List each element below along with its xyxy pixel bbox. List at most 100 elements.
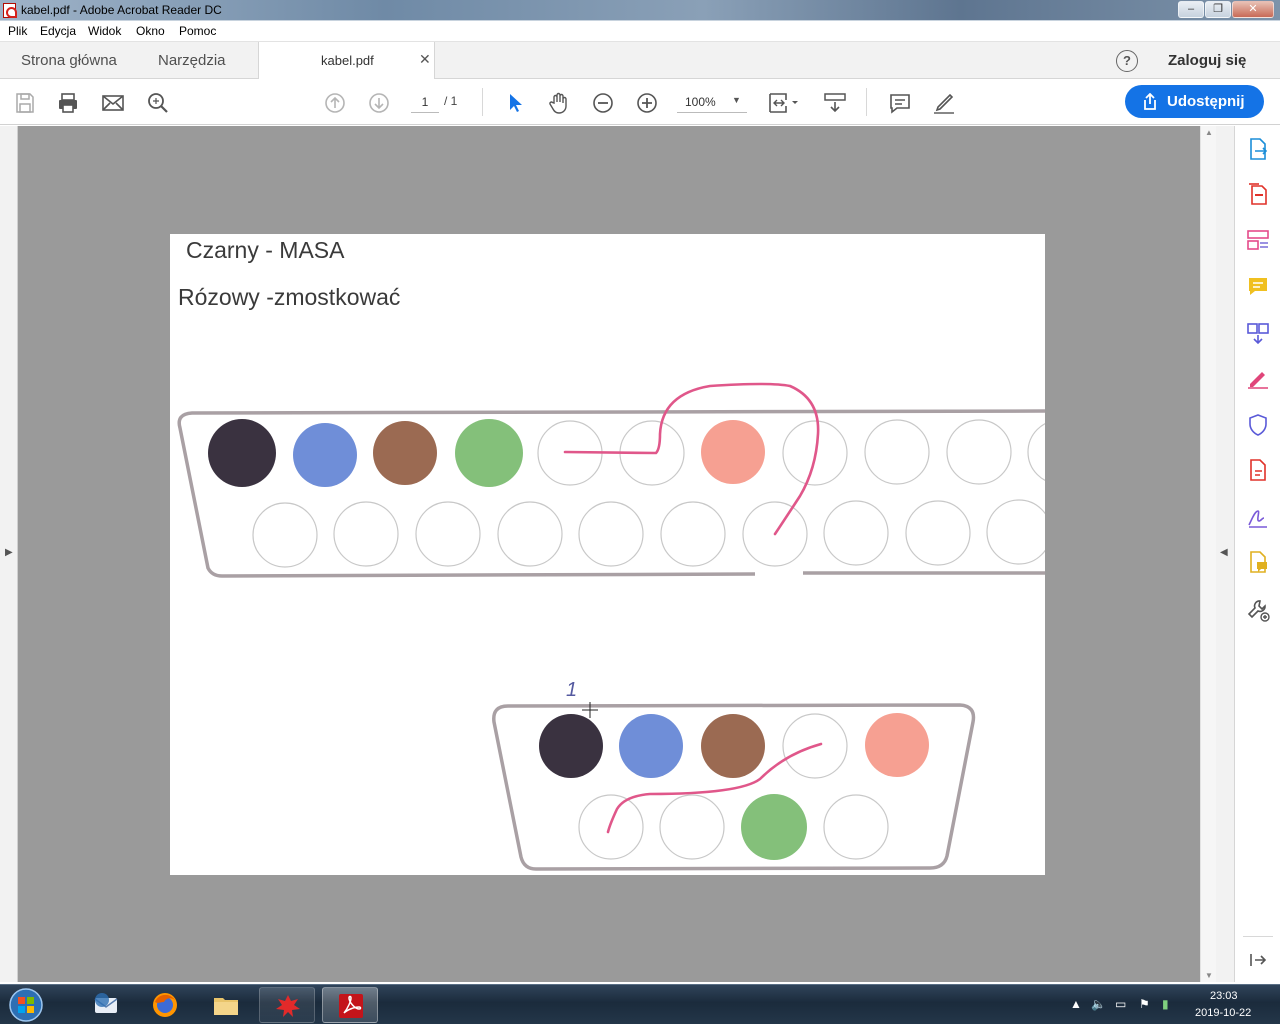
thunderbird-icon (94, 993, 118, 1013)
pin-empty (659, 794, 725, 860)
zoom-in-icon[interactable] (635, 91, 659, 115)
pin-empty (333, 501, 399, 567)
pin-empty (823, 794, 889, 860)
toolbar: 1 / 1 100% ▼ (0, 79, 1280, 125)
pin-empty (905, 500, 971, 566)
taskbar-paint[interactable] (259, 987, 315, 1023)
pin-pink (701, 420, 765, 484)
help-icon[interactable]: ? (1116, 50, 1138, 72)
more-tools-icon[interactable] (1246, 598, 1270, 622)
close-tab-icon[interactable]: ✕ (419, 51, 431, 68)
minimize-button[interactable]: – (1178, 1, 1204, 18)
tab-document[interactable]: kabel.pdf ✕ (258, 42, 435, 80)
taskbar-firefox[interactable] (137, 987, 193, 1023)
left-panel-toggle[interactable]: ▶ (0, 126, 18, 982)
page-total: / 1 (444, 94, 458, 108)
pin-empty (946, 419, 1012, 485)
page-fit-icon[interactable] (767, 91, 801, 115)
menu-okno[interactable]: Okno (136, 24, 165, 38)
network-icon[interactable]: ▭ (1115, 997, 1126, 1011)
volume-icon[interactable]: 🔈 (1091, 997, 1106, 1011)
pin-empty (1027, 423, 1045, 481)
title-bar: kabel.pdf - Adobe Acrobat Reader DC – ❐ … (0, 0, 1280, 21)
taskbar-acrobat[interactable] (322, 987, 378, 1023)
toolbar-divider (482, 88, 483, 116)
system-tray: ▲ 🔈 ▭ ⚑ ▮ 23:03 2019-10-22 (1064, 985, 1280, 1024)
pin-empty (497, 501, 563, 567)
close-button[interactable]: ✕ (1232, 1, 1274, 18)
pin-empty (415, 501, 481, 567)
explorer-icon (214, 998, 238, 1015)
search-icon[interactable] (146, 91, 170, 115)
tab-tools[interactable]: Narzędzia (158, 52, 226, 69)
acrobat-app-icon (3, 3, 17, 18)
menu-bar: Plik Edycja Widok Okno Pomoc (0, 21, 1280, 42)
clock-time[interactable]: 23:03 (1210, 990, 1238, 1002)
export-pdf-icon[interactable] (1246, 137, 1270, 161)
comment-tool-icon[interactable] (1246, 275, 1270, 299)
toolbar-divider (866, 88, 867, 116)
pin-blue (293, 423, 357, 487)
zoom-value: 100% (685, 95, 716, 109)
pin-black (208, 419, 276, 487)
send-review-icon[interactable] (1246, 458, 1270, 482)
maximize-button[interactable]: ❐ (1205, 1, 1231, 18)
hand-tool-icon[interactable] (547, 91, 571, 115)
scroll-up-icon[interactable]: ▲ (1205, 128, 1213, 137)
handwritten-mark: 1 (566, 679, 578, 701)
email-icon[interactable] (101, 91, 125, 115)
pin-brown (701, 714, 765, 778)
expand-right-icon: ▶ (5, 547, 13, 558)
pin-brown (373, 421, 437, 485)
highlight-pen-icon[interactable] (932, 91, 956, 115)
scroll-down-icon[interactable]: ▼ (1205, 971, 1213, 980)
pin-empty (578, 501, 644, 567)
next-page-icon[interactable] (367, 91, 391, 115)
menu-pomoc[interactable]: Pomoc (179, 24, 216, 38)
sign-icon[interactable] (1246, 505, 1270, 529)
action-center-flag-icon[interactable]: ⚑ (1139, 997, 1150, 1011)
connector-drawing (177, 382, 1045, 871)
fill-sign-icon[interactable] (1246, 366, 1270, 390)
bridge-wire-large (563, 382, 820, 536)
combine-files-icon[interactable] (1246, 321, 1270, 345)
previous-page-icon[interactable] (323, 91, 347, 115)
power-icon[interactable]: ▮ (1162, 997, 1169, 1011)
pin-green (741, 794, 807, 860)
edit-pdf-icon[interactable] (1246, 228, 1270, 252)
zoom-out-icon[interactable] (591, 91, 615, 115)
pin-blue (619, 714, 683, 778)
clock-date[interactable]: 2019-10-22 (1195, 1007, 1251, 1019)
protect-icon[interactable] (1246, 413, 1270, 437)
menu-widok[interactable]: Widok (88, 24, 121, 38)
save-icon[interactable] (13, 91, 37, 115)
paint-icon (276, 995, 300, 1017)
start-button[interactable] (4, 986, 48, 1024)
tab-home[interactable]: Strona główna (21, 52, 117, 69)
login-link[interactable]: Zaloguj się (1168, 52, 1246, 69)
zoom-select[interactable]: 100% ▼ (677, 91, 747, 113)
tab-strip: Strona główna Narzędzia kabel.pdf ✕ ? Za… (0, 42, 1280, 80)
print-icon[interactable] (56, 91, 80, 115)
comment-icon[interactable] (888, 91, 912, 115)
menu-edycja[interactable]: Edycja (40, 24, 76, 38)
taskbar: ▲ 🔈 ▭ ⚑ ▮ 23:03 2019-10-22 (0, 984, 1280, 1024)
tools-pane (1234, 126, 1280, 982)
window-controls: – ❐ ✕ (1178, 1, 1274, 18)
select-tool-icon[interactable] (503, 91, 527, 115)
taskbar-thunderbird[interactable] (78, 987, 134, 1023)
vertical-scrollbar[interactable]: ▲ ▼ (1200, 126, 1216, 982)
pin-empty (864, 419, 930, 485)
show-hidden-icons-icon[interactable]: ▲ (1070, 997, 1082, 1011)
small-connector-top-row (539, 713, 929, 779)
taskbar-explorer[interactable] (198, 987, 254, 1023)
menu-plik[interactable]: Plik (8, 24, 27, 38)
scroll-mode-icon[interactable] (823, 91, 847, 115)
comment-share-icon[interactable] (1246, 550, 1270, 574)
right-panel-toggle[interactable]: ◀ (1216, 126, 1234, 982)
pdf-page: Czarny - MASA Rózowy -zmostkować 1 (170, 234, 1045, 875)
page-number-input[interactable]: 1 (411, 91, 439, 113)
share-button[interactable]: Udostępnij (1125, 85, 1264, 118)
collapse-pane-icon[interactable] (1246, 948, 1270, 972)
create-pdf-icon[interactable] (1246, 182, 1270, 206)
